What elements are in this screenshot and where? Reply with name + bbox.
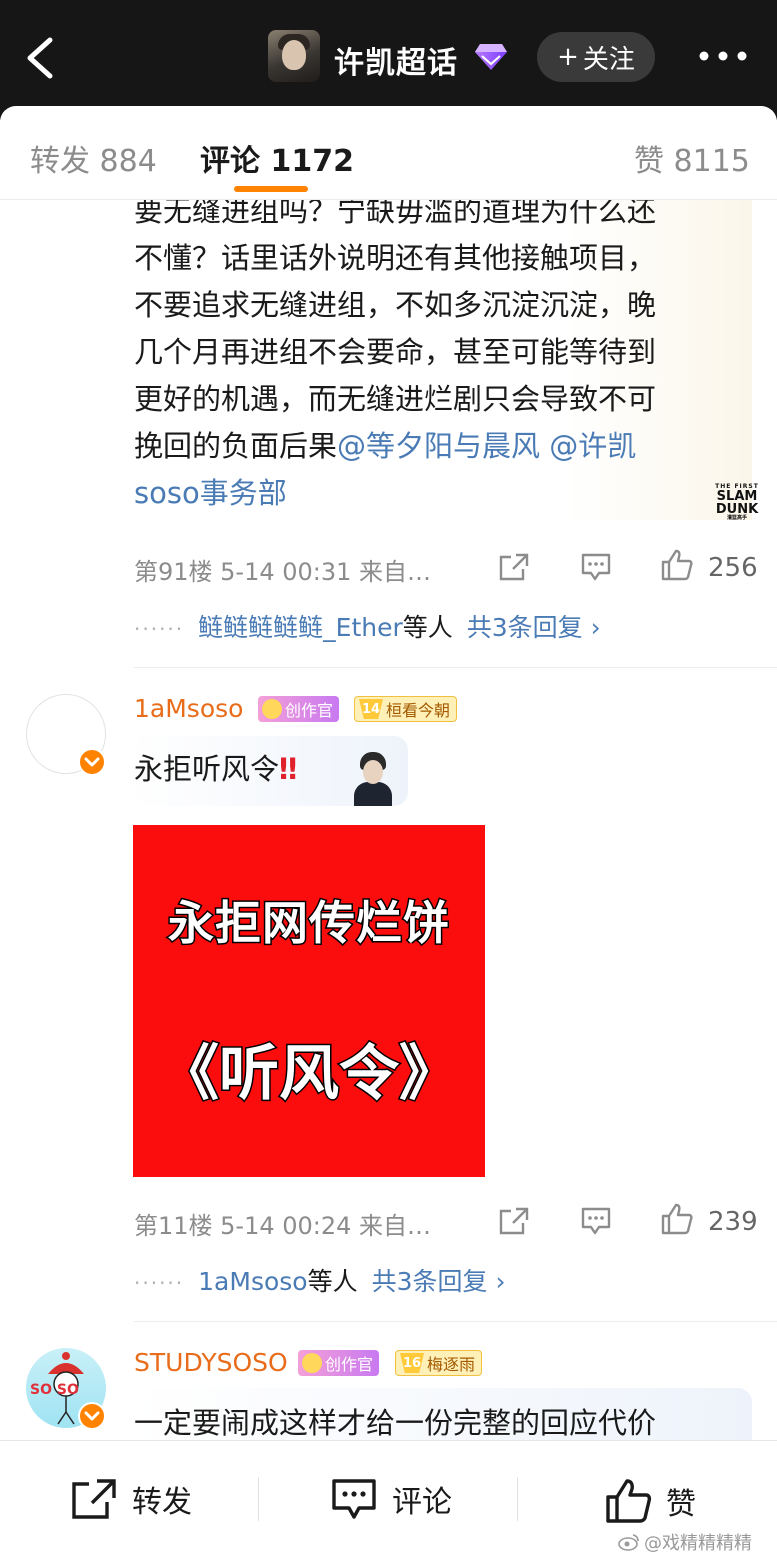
repost-label: 转发	[132, 1485, 192, 1520]
reply-icon[interactable]	[580, 1206, 612, 1236]
like-thumb-icon[interactable]	[660, 548, 694, 582]
creator-badge: 创作官	[298, 1350, 380, 1376]
active-tab-indicator	[234, 186, 308, 192]
comment-list[interactable]: 要无缝进组吗？宁缺毋滥的道理为什么还 不懂？话里话外说明还有其他接触项目， 不要…	[0, 200, 777, 1440]
mention-link[interactable]: soso事务部	[134, 476, 287, 510]
tab-comments[interactable]: 评论 1172	[200, 136, 354, 180]
share-icon[interactable]	[498, 1206, 530, 1236]
mention-link[interactable]: @等夕阳与晨风	[337, 429, 540, 463]
reply-icon[interactable]	[580, 552, 612, 582]
comment-label: 评论	[392, 1485, 452, 1520]
follow-label: 关注	[582, 44, 635, 75]
comment-text: 要无缝进组吗？宁缺毋滥的道理为什么还 不懂？话里话外说明还有其他接触项目， 不要…	[134, 200, 657, 510]
divider	[134, 1321, 777, 1322]
svg-text:SO SO: SO SO	[30, 1382, 79, 1398]
diamond-icon	[475, 44, 507, 70]
fan-level-badge: 14 桓看今朝	[354, 696, 458, 722]
portrait-sticker	[352, 752, 392, 808]
comment-text: 永拒听风令‼	[134, 752, 298, 786]
back-arrow-icon[interactable]	[20, 34, 60, 82]
replies-preview[interactable]: ······ 鲢鲢鲢鲢鲢_Ether等人 共3条回复 ›	[134, 608, 601, 644]
like-thumb-icon[interactable]	[660, 1202, 694, 1236]
verified-badge-icon	[78, 748, 106, 776]
comment-image[interactable]: 永拒网传烂饼 《听风令》	[133, 825, 485, 1177]
slam-dunk-sticker: THE FIRST SLAM DUNK 灌篮高手	[715, 483, 759, 521]
verified-badge-icon	[78, 1402, 106, 1430]
top-bar: 许凯超话 + 关注	[0, 0, 777, 120]
reply-author: 1aMsoso	[198, 1267, 308, 1296]
weibo-logo-icon	[618, 1534, 639, 1551]
watermark: @戏精精精精	[618, 1529, 752, 1555]
comment-meta: 第91楼 5-14 00:31 来自…	[134, 558, 432, 586]
view-replies-link: 共3条回复 ›	[466, 613, 601, 642]
creator-icon	[302, 1353, 322, 1373]
comment-icon	[332, 1479, 376, 1519]
view-replies-link: 共3条回复 ›	[371, 1267, 506, 1296]
reply-author: 鲢鲢鲢鲢鲢_Ether	[198, 613, 403, 642]
follow-button[interactable]: + 关注	[537, 32, 655, 82]
tab-bar: 转发 884 评论 1172 赞 8115	[0, 106, 777, 200]
fan-level-badge: 16 梅逐雨	[395, 1350, 483, 1376]
creator-badge: 创作官	[258, 696, 340, 722]
separator	[258, 1477, 259, 1521]
separator	[517, 1477, 518, 1521]
creator-icon	[262, 699, 282, 719]
mention-link[interactable]: @许凯	[540, 429, 636, 463]
share-icon[interactable]	[498, 552, 530, 582]
replies-preview[interactable]: ······ 1aMsoso等人 共3条回复 ›	[134, 1262, 505, 1298]
like-count: 256	[708, 553, 758, 583]
repost-button[interactable]: 转发	[70, 1477, 192, 1521]
bottom-action-bar: 转发 评论 赞 @戏精精精精	[0, 1440, 777, 1555]
comment-meta: 第11楼 5-14 00:24 来自…	[134, 1212, 432, 1240]
like-button[interactable]: 赞	[604, 1477, 696, 1525]
topic-avatar[interactable]	[268, 30, 320, 82]
username[interactable]: STUDYSOSO	[134, 1348, 288, 1377]
plus-icon: +	[557, 42, 579, 72]
tab-likes[interactable]: 赞 8115	[634, 136, 750, 180]
like-label: 赞	[666, 1487, 696, 1522]
tab-repost[interactable]: 转发 884	[30, 136, 157, 180]
username[interactable]: 1aMsoso	[134, 694, 243, 723]
repost-icon	[72, 1479, 116, 1519]
topic-title[interactable]: 许凯超话	[334, 38, 458, 82]
divider	[134, 667, 777, 668]
comment-text: 一定要闹成这样才给一份完整的回应代价	[134, 1406, 657, 1440]
comment-button[interactable]: 评论	[330, 1477, 452, 1521]
like-thumb-icon	[606, 1479, 652, 1523]
more-dots-icon[interactable]	[698, 44, 748, 68]
like-count: 239	[708, 1207, 758, 1237]
